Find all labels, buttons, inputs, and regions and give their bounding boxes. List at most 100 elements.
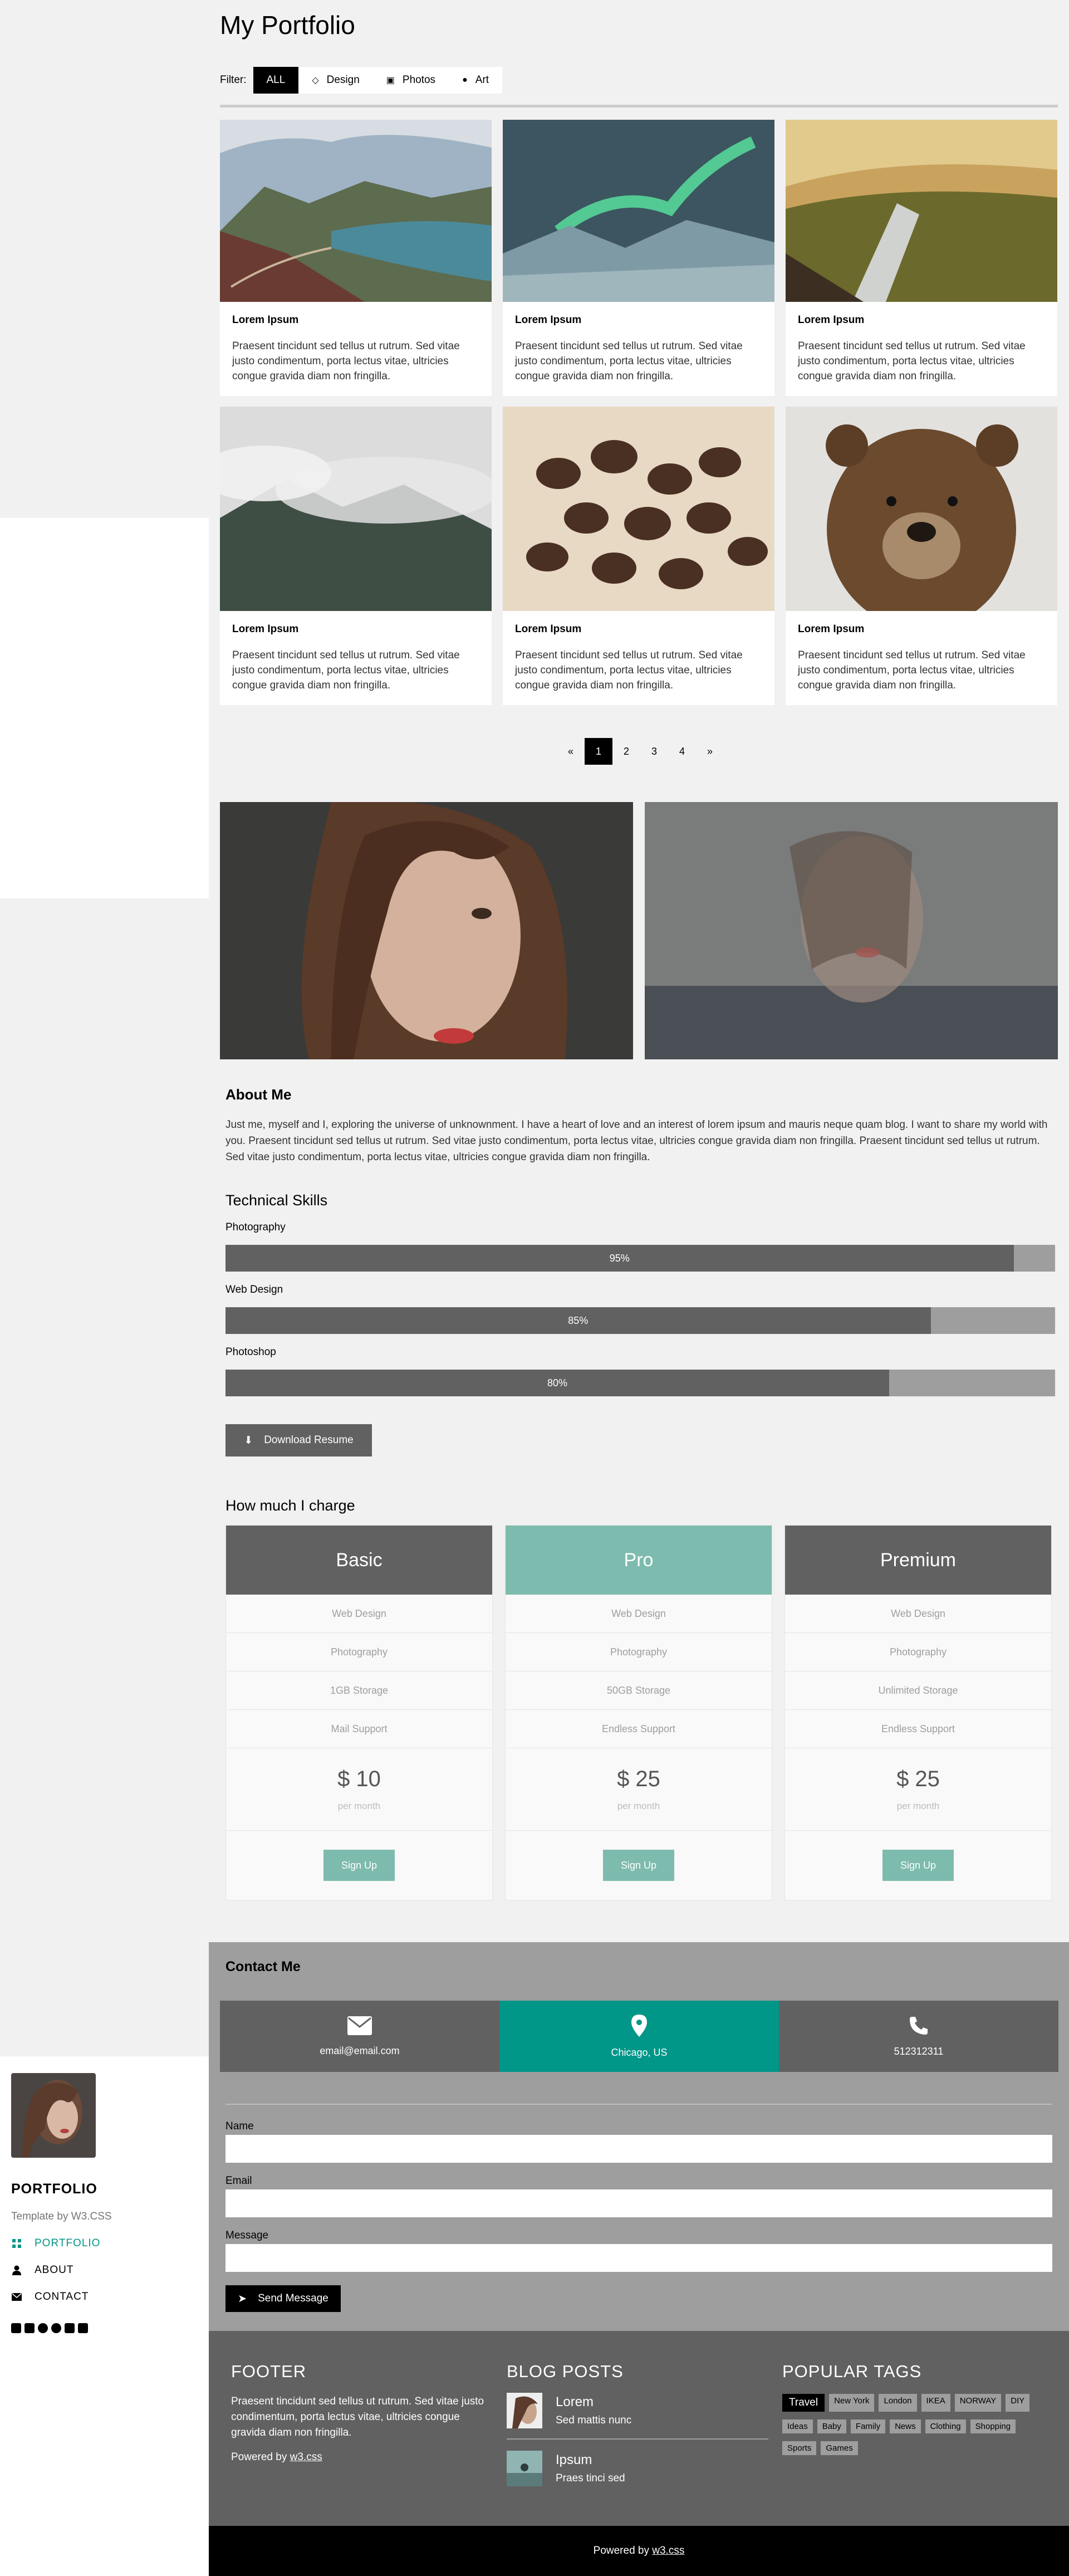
- tag[interactable]: Travel: [782, 2394, 825, 2412]
- nav-item-label: ABOUT: [35, 2264, 74, 2276]
- card-image-waterfall: [786, 120, 1057, 302]
- portfolio-card[interactable]: Lorem Ipsum Praesent tincidunt sed tellu…: [220, 120, 492, 396]
- filter-art-button[interactable]: ● Art: [449, 67, 503, 94]
- footer-blog-column: BLOG POSTS Lorem Sed mattis nunc Ipsum P…: [507, 2362, 768, 2486]
- card-image-coffee-beans: [503, 407, 774, 611]
- nav-item-about[interactable]: ABOUT: [11, 2264, 198, 2276]
- filter-bar: Filter: ALL ◇ Design ▣ Photos ● Art: [220, 67, 503, 94]
- plan-footer: Sign Up: [226, 1831, 492, 1900]
- blog-post-item[interactable]: Ipsum Praes tinci sed: [507, 2451, 768, 2486]
- plan-feature: Web Design: [506, 1595, 772, 1633]
- blog-posts-title: BLOG POSTS: [507, 2362, 624, 2381]
- skill-label: Photoshop: [225, 1346, 276, 1358]
- pagination-prev[interactable]: «: [557, 738, 585, 765]
- bottom-powered-prefix: Powered by: [593, 2545, 649, 2557]
- email-field[interactable]: [225, 2189, 1052, 2217]
- paper-plane-icon: ➤: [238, 2293, 247, 2305]
- tag[interactable]: Baby: [817, 2419, 846, 2433]
- skill-label: Photography: [225, 1221, 286, 1233]
- linkedin-icon[interactable]: [78, 2323, 88, 2333]
- plan-feature: 50GB Storage: [506, 1671, 772, 1710]
- signup-button[interactable]: Sign Up: [323, 1850, 395, 1881]
- plan-feature: Mail Support: [226, 1710, 492, 1748]
- tag[interactable]: Games: [821, 2441, 858, 2455]
- message-field[interactable]: [225, 2244, 1052, 2272]
- portfolio-card[interactable]: Lorem Ipsum Praesent tincidunt sed tellu…: [503, 407, 774, 705]
- blog-post-item[interactable]: Lorem Sed mattis nunc: [507, 2393, 768, 2428]
- instagram-icon[interactable]: [24, 2323, 35, 2333]
- tag[interactable]: Sports: [782, 2441, 817, 2455]
- plan-feature: Photography: [226, 1633, 492, 1671]
- portfolio-card[interactable]: Lorem Ipsum Praesent tincidunt sed tellu…: [503, 120, 774, 396]
- pinterest-icon[interactable]: [51, 2323, 61, 2333]
- plan-footer: Sign Up: [785, 1831, 1051, 1900]
- card-title: Lorem Ipsum: [232, 623, 299, 635]
- map-marker-icon: [631, 2014, 647, 2037]
- snapchat-icon[interactable]: [38, 2323, 48, 2333]
- card-text: Praesent tincidunt sed tellus ut rutrum.…: [232, 649, 460, 691]
- tag[interactable]: London: [879, 2394, 917, 2412]
- pricing-title: How much I charge: [225, 1497, 355, 1514]
- footer-text: Praesent tincidunt sed tellus ut rutrum.…: [231, 2396, 484, 2438]
- signup-button[interactable]: Sign Up: [603, 1850, 674, 1881]
- blog-post-subtitle: Sed mattis nunc: [556, 2414, 632, 2426]
- blog-post-title: Lorem: [556, 2394, 594, 2409]
- plan-price-block: $ 25 per month: [506, 1748, 772, 1831]
- tag[interactable]: Shopping: [970, 2419, 1016, 2433]
- sidebar: PORTFOLIO Template by W3.CSS PORTFOLIO A…: [0, 2056, 209, 2576]
- signup-button[interactable]: Sign Up: [882, 1850, 954, 1881]
- phone-icon: [910, 2016, 928, 2035]
- portfolio-card[interactable]: Lorem Ipsum Praesent tincidunt sed tellu…: [786, 407, 1057, 705]
- filter-photos-label: Photos: [402, 74, 436, 86]
- blog-post-subtitle: Praes tinci sed: [556, 2472, 625, 2484]
- plan-feature: 1GB Storage: [226, 1671, 492, 1710]
- plan-feature: Photography: [785, 1633, 1051, 1671]
- footer-powered: Powered by w3.css: [231, 2450, 493, 2465]
- tag[interactable]: IKEA: [921, 2394, 950, 2412]
- tag[interactable]: Family: [850, 2419, 886, 2433]
- card-title: Lorem Ipsum: [515, 314, 582, 326]
- plan-footer: Sign Up: [506, 1831, 772, 1900]
- plan-feature: Web Design: [226, 1595, 492, 1633]
- nav-item-label: CONTACT: [35, 2291, 89, 2303]
- sidebar-title: PORTFOLIO: [11, 2181, 97, 2197]
- pagination-next[interactable]: »: [696, 738, 724, 765]
- divider: [220, 105, 1058, 107]
- portfolio-card[interactable]: Lorem Ipsum Praesent tincidunt sed tellu…: [220, 407, 492, 705]
- contact-email: email@email.com: [320, 2045, 400, 2056]
- filter-design-button[interactable]: ◇ Design: [298, 67, 373, 94]
- download-resume-button[interactable]: ⬇ Download Resume: [225, 1424, 372, 1456]
- tag[interactable]: New York: [829, 2394, 875, 2412]
- plan-price-block: $ 25 per month: [785, 1748, 1051, 1831]
- filter-photos-button[interactable]: ▣ Photos: [372, 67, 449, 94]
- pagination-page-1[interactable]: 1: [585, 738, 612, 765]
- name-field[interactable]: [225, 2135, 1052, 2163]
- tag[interactable]: DIY: [1006, 2394, 1030, 2412]
- plan-price: $ 25: [896, 1767, 940, 1791]
- twitter-icon[interactable]: [65, 2323, 75, 2333]
- page-title: My Portfolio: [220, 11, 355, 40]
- footer-powered-link[interactable]: w3.css: [290, 2451, 322, 2463]
- blog-divider: [507, 2438, 768, 2440]
- pagination-page-3[interactable]: 3: [640, 738, 668, 765]
- facebook-icon[interactable]: [11, 2323, 21, 2333]
- pagination-page-2[interactable]: 2: [612, 738, 640, 765]
- tag[interactable]: NORWAY: [954, 2394, 1002, 2412]
- skill-bar-fill: 95%: [225, 1245, 1014, 1272]
- nav-item-contact[interactable]: CONTACT: [11, 2291, 198, 2303]
- send-message-button[interactable]: ➤ Send Message: [225, 2285, 341, 2312]
- plan-price: $ 25: [617, 1767, 660, 1791]
- blog-post-thumbnail: [507, 2393, 542, 2428]
- filter-design-label: Design: [326, 74, 360, 86]
- portfolio-card[interactable]: Lorem Ipsum Praesent tincidunt sed tellu…: [786, 120, 1057, 396]
- plan-feature: Photography: [506, 1633, 772, 1671]
- nav-item-portfolio[interactable]: PORTFOLIO: [11, 2237, 198, 2250]
- skills-section: Technical Skills Photography 95% Web Des…: [225, 1192, 1055, 1396]
- tag[interactable]: Clothing: [925, 2419, 966, 2433]
- tag[interactable]: News: [890, 2419, 921, 2433]
- plan-period: per month: [896, 1801, 940, 1811]
- bottom-powered-link[interactable]: w3.css: [652, 2545, 684, 2557]
- pagination-page-4[interactable]: 4: [668, 738, 696, 765]
- filter-all-button[interactable]: ALL: [253, 67, 299, 94]
- tag[interactable]: Ideas: [782, 2419, 813, 2433]
